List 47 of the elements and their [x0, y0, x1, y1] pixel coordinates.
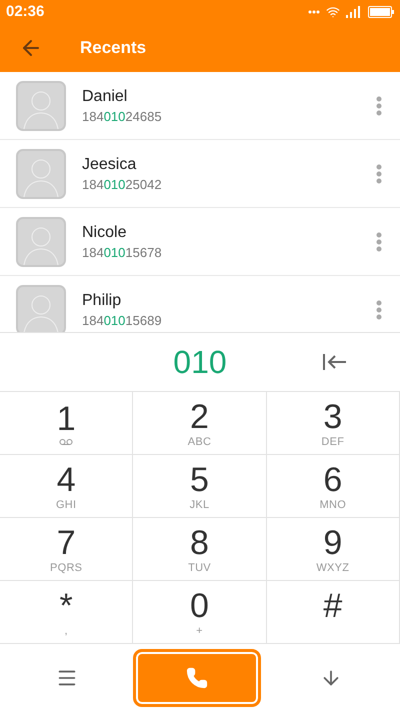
contact-number: 18401015678: [82, 244, 163, 262]
dial-key[interactable]: 6 MNO: [266, 455, 400, 518]
more-button[interactable]: [376, 232, 382, 252]
dial-key[interactable]: 0 +: [133, 581, 267, 644]
contact-number: 18401015689: [82, 312, 163, 330]
contact-name: Jeesica: [82, 154, 138, 174]
voicemail-icon: [59, 438, 74, 446]
contact-row[interactable]: Nicole 18401015678: [0, 208, 400, 276]
dial-key[interactable]: 4 GHI: [0, 455, 134, 518]
dial-key[interactable]: 9 WXYZ: [266, 518, 400, 581]
dial-key[interactable]: 1: [0, 392, 134, 455]
more-button[interactable]: [376, 300, 382, 320]
dial-key[interactable]: * ,: [0, 581, 134, 644]
contact-row[interactable]: Jeesica 18401025042: [0, 140, 400, 208]
call-button[interactable]: [133, 648, 261, 706]
more-icon: [376, 232, 382, 252]
more-icon: [376, 164, 382, 184]
dots-icon: [308, 10, 320, 14]
dial-key[interactable]: 7 PQRS: [0, 518, 134, 581]
contact-name: Daniel: [82, 86, 128, 106]
signal-icon: [346, 6, 362, 18]
wifi-icon: [326, 5, 340, 19]
avatar-icon: [16, 148, 66, 198]
contact-name: Nicole: [82, 222, 128, 242]
contact-number: 18401025042: [82, 176, 163, 194]
contact-name: Philip: [82, 290, 122, 310]
battery-icon: [368, 6, 394, 18]
contact-number: 18401024685: [82, 108, 163, 126]
backspace-button[interactable]: [322, 351, 348, 373]
avatar-icon: [16, 216, 66, 266]
dialed-number: 010: [173, 343, 227, 382]
contact-row[interactable]: Philip 18401015689: [0, 276, 400, 332]
backspace-icon: [322, 351, 348, 373]
more-button[interactable]: [376, 96, 382, 116]
more-button[interactable]: [376, 164, 382, 184]
dial-key[interactable]: 5 JKL: [133, 455, 267, 518]
dial-key[interactable]: 8 TUV: [133, 518, 267, 581]
more-icon: [376, 300, 382, 320]
clock: 02:36: [6, 2, 44, 22]
avatar-icon: [16, 80, 66, 130]
contact-row[interactable]: Daniel 18401024685: [0, 72, 400, 140]
more-icon: [376, 96, 382, 116]
dial-key[interactable]: 2 ABC: [133, 392, 267, 455]
screen-title: Recents: [80, 37, 146, 60]
phone-icon: [186, 666, 208, 688]
dial-key[interactable]: #: [266, 581, 400, 644]
dial-key[interactable]: 3 DEF: [266, 392, 400, 455]
